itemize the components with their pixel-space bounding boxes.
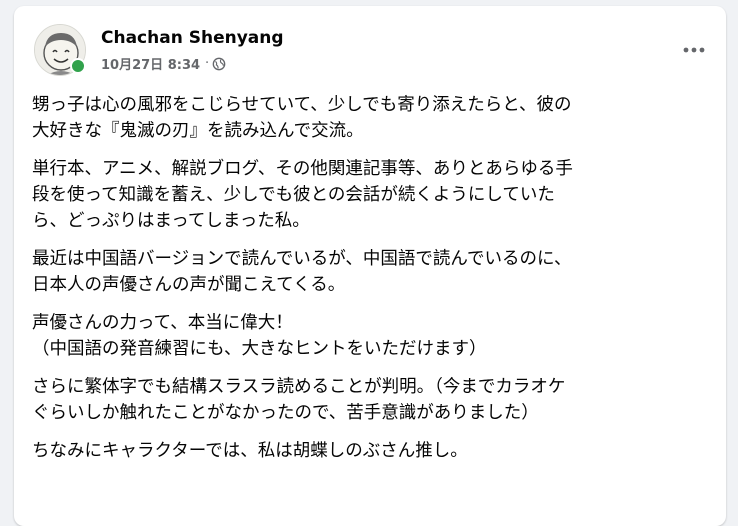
post-line: ら、どっぷりはまってしまった私。 (32, 211, 310, 231)
more-horizontal-icon (683, 47, 705, 53)
post-paragraph: 甥っ子は心の風邪をこじらせていて、少しでも寄り添えたらと、彼の 大好きな『鬼滅の… (32, 92, 710, 144)
post-paragraph: 最近は中国語バージョンで読んでいるが、中国語で読んでいるのに、 日本人の声優さん… (32, 246, 710, 298)
post-line: 大好きな『鬼滅の刃』を読み込んで交流。 (32, 121, 364, 141)
post-body: 甥っ子は心の風邪をこじらせていて、少しでも寄り添えたらと、彼の 大好きな『鬼滅の… (32, 92, 710, 476)
post-line: さらに繁体字でも結構スラスラ読めることが判明。（今までカラオケ (32, 377, 566, 397)
post-paragraph: 声優さんの力って、本当に偉大！ （中国語の発音練習にも、大きなヒントをいただけま… (32, 310, 710, 362)
post-header: Chachan Shenyang 10月27日 8:34 · (14, 6, 726, 86)
post-meta: 10月27日 8:34 · (101, 54, 226, 73)
online-status-indicator (70, 58, 86, 74)
post-paragraph: 単行本、アニメ、解説ブログ、その他関連記事等、ありとあらゆる手 段を使って知識を… (32, 156, 710, 234)
post-line: 段を使って知識を蓄え、少しでも彼との会話が続くようにしていた (32, 185, 555, 205)
author-name[interactable]: Chachan Shenyang (101, 28, 284, 48)
post-timestamp[interactable]: 10月27日 8:34 (101, 54, 200, 73)
more-options-button[interactable] (680, 36, 708, 64)
post-paragraph: さらに繁体字でも結構スラスラ読めることが判明。（今までカラオケ ぐらいしか触れた… (32, 374, 710, 426)
post-line: ぐらいしか触れたことがなかったので、苦手意識がありました） (32, 403, 539, 423)
globe-icon[interactable] (212, 57, 226, 71)
post-line: 声優さんの力って、本当に偉大！ (32, 313, 293, 333)
post-line: 日本人の声優さんの声が聞こえてくる。 (32, 275, 346, 295)
post-line: （中国語の発音練習にも、大きなヒントをいただけます） (32, 339, 487, 359)
meta-separator: · (205, 56, 210, 71)
post-line: 単行本、アニメ、解説ブログ、その他関連記事等、ありとあらゆる手 (32, 159, 573, 179)
post-paragraph: ちなみにキャラクターでは、私は胡蝶しのぶさん推し。 (32, 438, 710, 464)
post-line: 甥っ子は心の風邪をこじらせていて、少しでも寄り添えたらと、彼の (32, 95, 572, 115)
post-line: 最近は中国語バージョンで読んでいるが、中国語で読んでいるのに、 (32, 249, 572, 269)
post-card: Chachan Shenyang 10月27日 8:34 · 甥っ子は心の風邪を… (14, 6, 726, 526)
post-line: ちなみにキャラクターでは、私は胡蝶しのぶさん推し。 (32, 441, 468, 461)
author-avatar[interactable] (34, 24, 86, 76)
